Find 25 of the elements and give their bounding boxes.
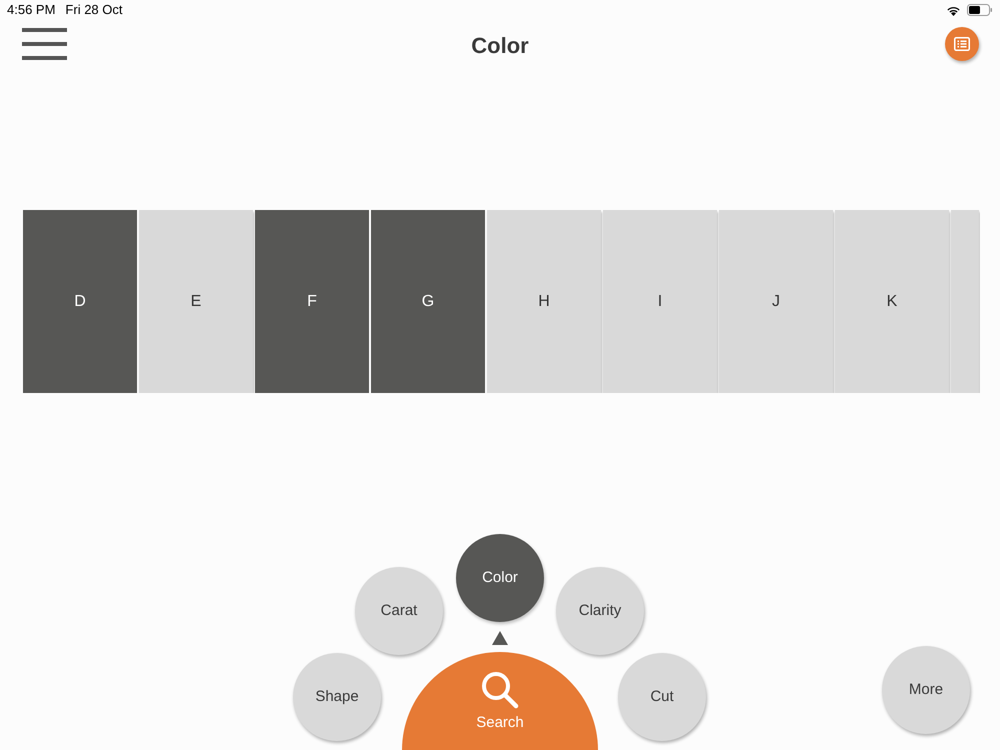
grade-tile[interactable]: G (371, 210, 485, 393)
list-icon (954, 37, 970, 51)
more-button[interactable]: More (882, 646, 970, 734)
filter-button[interactable]: Cut (618, 653, 706, 741)
grade-tile[interactable]: F (255, 210, 369, 393)
list-button[interactable] (945, 27, 979, 61)
grade-tile[interactable]: I (603, 210, 717, 393)
battery-icon (967, 4, 993, 16)
wifi-icon (946, 4, 961, 16)
search-icon (480, 670, 520, 710)
status-time: 4:56 PM (7, 1, 56, 20)
grade-tile[interactable]: H (487, 210, 601, 393)
grade-tile[interactable]: J (719, 210, 833, 393)
filter-button[interactable]: Shape (293, 653, 381, 741)
grade-tile[interactable]: E (139, 210, 253, 393)
page-title: Color (471, 32, 529, 60)
filter-button[interactable]: Carat (355, 567, 443, 655)
grade-tile[interactable] (951, 210, 979, 393)
pointer-triangle-icon (492, 631, 508, 645)
grade-tile[interactable]: D (23, 210, 137, 393)
status-date: Fri 28 Oct (65, 1, 122, 20)
grade-tile[interactable]: K (835, 210, 949, 393)
filter-button[interactable]: Color (456, 534, 544, 622)
menu-button[interactable] (22, 28, 67, 60)
filter-button[interactable]: Clarity (556, 567, 644, 655)
